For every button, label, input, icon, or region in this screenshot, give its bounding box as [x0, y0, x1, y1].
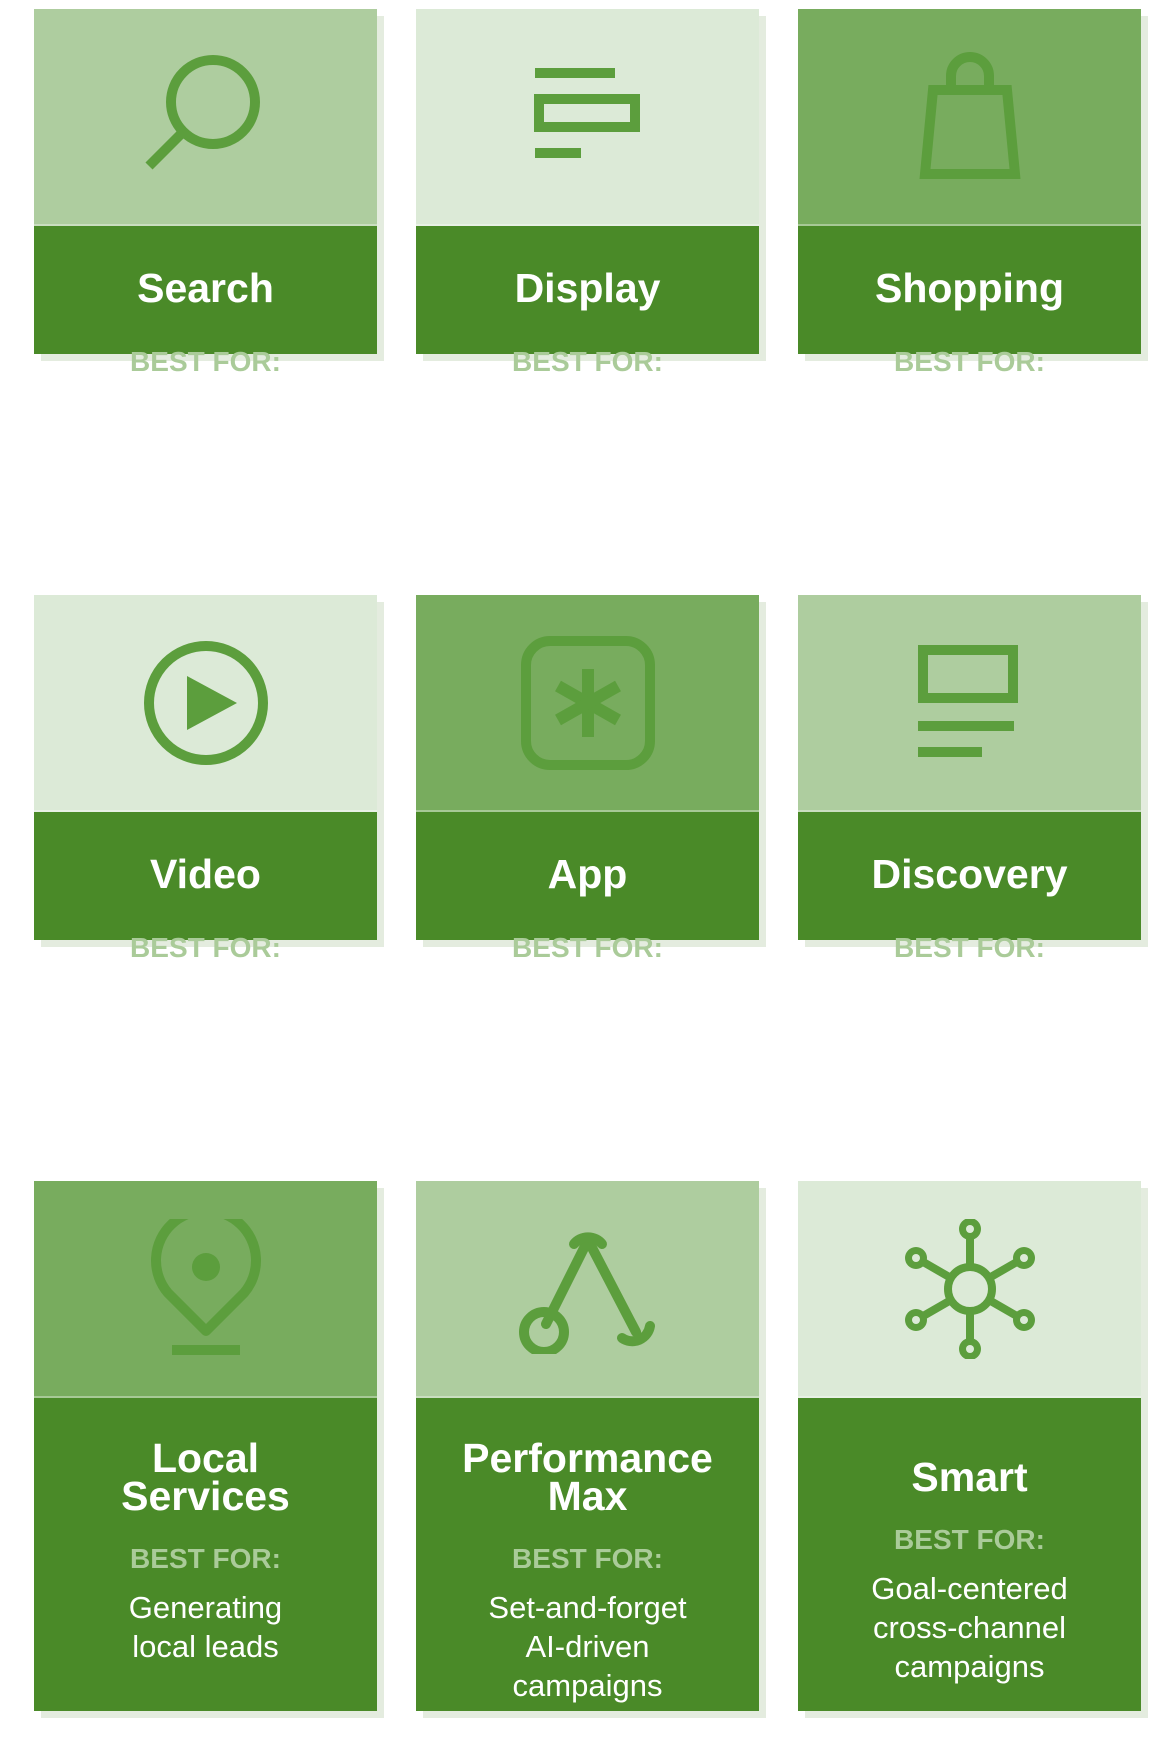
card-text: Search BEST FOR: Promoting links related… — [34, 226, 377, 508]
best-for-label: BEST FOR: — [512, 1543, 663, 1574]
card-icon-area — [416, 9, 759, 226]
best-for-text: Promoting links related to user search q… — [99, 393, 312, 506]
card-video: Video BEST FOR: Reaching visually/aurall… — [34, 595, 377, 1092]
card-shopping: Shopping BEST FOR: Advertising physical … — [798, 9, 1141, 506]
card-display: Display BEST FOR: Reaching users on site… — [416, 9, 759, 506]
card-title: Smart — [911, 1454, 1028, 1500]
card-text: Video BEST FOR: Reaching visually/aurall… — [34, 812, 377, 1094]
card-title: Performance Max — [462, 1435, 713, 1519]
best-for-label: BEST FOR: — [512, 932, 663, 963]
card-icon-area — [798, 9, 1141, 226]
card-title: Search — [137, 265, 274, 311]
card-search: Search BEST FOR: Promoting links related… — [34, 9, 377, 506]
best-for-label: BEST FOR: — [130, 932, 281, 963]
best-for-label: BEST FOR: — [512, 346, 663, 377]
card-icon-area — [34, 595, 377, 812]
card-title: Shopping — [874, 265, 1064, 311]
search-icon — [144, 54, 260, 170]
card-text: Display BEST FOR: Reaching users on site… — [416, 226, 759, 508]
google-ads-icon — [518, 1231, 655, 1354]
best-for-text: Finding purchase-ready users — [861, 979, 1078, 1092]
card-title: Discovery — [871, 851, 1068, 897]
best-for-label: BEST FOR: — [130, 346, 281, 377]
card-icon-area — [34, 9, 377, 226]
card-performance-max: Performance Max BEST FOR: Set-and-forget… — [416, 1181, 759, 1711]
best-for-text: Reaching visually/aurally engaged users — [102, 979, 309, 1092]
shopping-bag-icon — [919, 51, 1020, 179]
card-icon-area — [416, 595, 759, 812]
card-icon-area — [798, 1181, 1141, 1398]
card-discovery: Discovery BEST FOR: Finding purchase-rea… — [798, 595, 1141, 1092]
card-title: Local Services — [121, 1435, 290, 1519]
best-for-label: BEST FOR: — [894, 346, 1045, 377]
best-for-text: Set-and-forget AI-driven campaigns — [488, 1590, 687, 1703]
best-for-label: BEST FOR: — [894, 1524, 1045, 1555]
best-for-text: Advertising physical inventory — [892, 393, 1047, 506]
app-icon — [520, 635, 655, 770]
card-text: Smart BEST FOR: Goal-centered cross-chan… — [798, 1398, 1141, 1686]
best-for-text: Generating local leads — [128, 1590, 283, 1664]
best-for-label: BEST FOR: — [894, 932, 1045, 963]
location-pin-icon — [150, 1218, 261, 1355]
card-icon-area — [416, 1181, 759, 1398]
best-for-label: BEST FOR: — [130, 1543, 281, 1574]
best-for-text: Goal-centered cross-channel campaigns — [871, 1571, 1068, 1684]
card-title: App — [547, 851, 628, 897]
card-title: Video — [150, 851, 261, 897]
card-smart: Smart BEST FOR: Goal-centered cross-chan… — [798, 1181, 1141, 1711]
play-icon — [143, 640, 268, 765]
card-text: Shopping BEST FOR: Advertising physical … — [798, 226, 1141, 508]
card-text: App BEST FOR: Promoting apps — [416, 812, 759, 1055]
card-text: Discovery BEST FOR: Finding purchase-rea… — [798, 812, 1141, 1094]
discovery-icon — [917, 644, 1018, 757]
card-icon-area — [798, 595, 1141, 812]
card-icon-area — [34, 1181, 377, 1398]
display-icon — [533, 67, 640, 158]
network-icon — [904, 1218, 1035, 1359]
card-text: Performance Max BEST FOR: Set-and-forget… — [416, 1398, 759, 1705]
best-for-text: Promoting apps — [516, 979, 659, 1053]
card-text: Local Services BEST FOR: Generating loca… — [34, 1398, 377, 1666]
campaign-types-grid: Search BEST FOR: Promoting links related… — [0, 0, 1161, 1747]
best-for-text: Reaching users on sites they already vis… — [479, 393, 696, 506]
card-app: App BEST FOR: Promoting apps — [416, 595, 759, 1053]
card-local-services: Local Services BEST FOR: Generating loca… — [34, 1181, 377, 1711]
card-title: Display — [514, 265, 661, 311]
